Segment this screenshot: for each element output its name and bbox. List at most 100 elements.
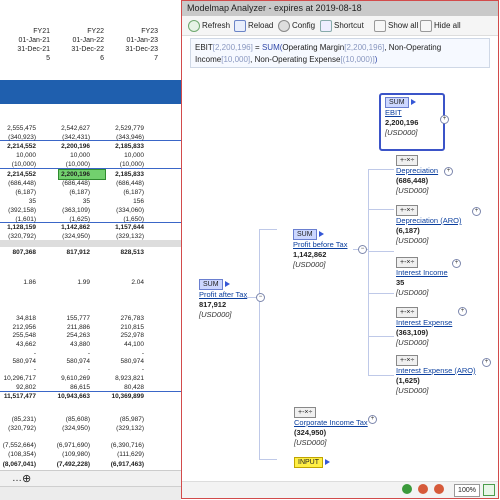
table-cell[interactable]: (324,950) xyxy=(42,424,90,434)
node-label[interactable]: Depreciation (ARO) xyxy=(396,216,461,225)
expand-arrow-icon[interactable] xyxy=(224,281,230,288)
refresh-button[interactable]: Refresh xyxy=(188,19,230,32)
table-cell[interactable]: (108,354) xyxy=(0,450,36,460)
show-all-icon xyxy=(374,19,386,32)
node-label[interactable]: Profit before Tax xyxy=(293,240,347,249)
formula-target: EBIT xyxy=(195,43,213,52)
table-cell[interactable]: (320,792) xyxy=(0,424,36,434)
node-unit: [USD000] xyxy=(396,236,429,245)
formula-function: SUM( xyxy=(261,43,283,52)
expand-arrow-icon[interactable] xyxy=(410,99,416,106)
table-cell[interactable]: (320,792) xyxy=(0,232,36,242)
scroll-left-icon[interactable]: … xyxy=(12,473,22,484)
add-sheet-icon[interactable]: ⊕ xyxy=(22,472,31,485)
expand-toggle-icon[interactable]: + xyxy=(444,167,453,176)
table-cell[interactable]: (329,132) xyxy=(96,424,144,434)
table-cell[interactable]: 1.86 xyxy=(0,278,36,288)
node-value: (6,187) xyxy=(396,226,420,235)
table-cell[interactable]: (329,132) xyxy=(96,232,144,242)
refresh-status-icon[interactable] xyxy=(402,484,412,494)
node-corporate-income-tax[interactable]: +-×÷ Corporate Income Tax (324,950) [USD… xyxy=(294,407,368,448)
node-depreciation-aro[interactable]: +-×÷ Depreciation (ARO) (6,187) [USD000] xyxy=(396,205,461,246)
zoom-level[interactable]: 100% xyxy=(454,484,480,497)
refresh-icon xyxy=(188,19,200,32)
table-cell[interactable]: (109,980) xyxy=(42,450,90,460)
table-cell[interactable]: (324,950) xyxy=(42,232,90,242)
expand-arrow-icon[interactable] xyxy=(318,231,324,238)
node-tag: +-×÷ xyxy=(294,407,317,418)
node-label[interactable]: Interest Expense (ARO) xyxy=(396,366,476,375)
node-profit-after-tax[interactable]: SUM Profit after Tax 817,912 [USD000] xyxy=(199,279,247,320)
table-cell[interactable]: 11,517,477 xyxy=(0,392,36,402)
expand-toggle-icon[interactable]: + xyxy=(440,115,449,124)
show-all-label: Show all xyxy=(388,21,419,30)
period-number: 6 xyxy=(100,55,104,62)
expand-toggle-icon[interactable]: + xyxy=(482,358,491,367)
node-value: 1,142,862 xyxy=(293,250,327,259)
table-cell[interactable]: 2.04 xyxy=(96,278,144,288)
node-interest-income[interactable]: +-×÷ Interest Income 35 [USD000] xyxy=(396,257,448,298)
config-label: Config xyxy=(292,21,316,30)
formula-box[interactable]: EBIT[2,200,196] = SUM(Operating Margin[2… xyxy=(190,38,490,68)
node-value: (1,625) xyxy=(396,376,420,385)
node-label[interactable]: Interest Income xyxy=(396,268,448,277)
collapse-toggle-icon[interactable]: − xyxy=(358,245,367,254)
node-ebit[interactable]: SUM EBIT 2,200,196 [USD000] xyxy=(379,93,445,151)
table-cell[interactable]: 828,513 xyxy=(96,248,145,258)
table-cell[interactable]: (8,067,041) xyxy=(0,460,36,470)
table-cell[interactable]: (7,492,228) xyxy=(42,460,90,470)
node-label[interactable]: EBIT xyxy=(385,108,402,117)
expand-arrow-icon[interactable] xyxy=(325,459,330,466)
connector xyxy=(368,251,394,252)
expand-toggle-icon[interactable]: + xyxy=(472,207,481,216)
expand-toggle-icon[interactable]: + xyxy=(458,307,467,316)
node-unit: [USD000] xyxy=(396,288,429,297)
zoom-out-icon[interactable] xyxy=(434,484,444,494)
node-interest-expense[interactable]: +-×÷ Interest Expense (363,109) [USD000] xyxy=(396,307,452,348)
node-interest-expense-aro[interactable]: +-×÷ Interest Expense (ARO) (1,625) [USD… xyxy=(396,355,476,396)
node-tag: +-×÷ xyxy=(396,155,419,166)
node-value: (363,109) xyxy=(396,328,429,337)
config-button[interactable]: Config xyxy=(278,19,315,32)
connector xyxy=(368,375,394,376)
shortcut-icon xyxy=(320,19,332,32)
expand-toggle-icon[interactable]: + xyxy=(452,259,461,268)
sheet-tab-bar[interactable]: … ⊕ xyxy=(0,470,181,487)
node-label[interactable]: Profit after Tax xyxy=(199,290,247,299)
zoom-in-icon[interactable] xyxy=(418,484,428,494)
table-cell[interactable]: (10,000) xyxy=(0,160,36,170)
node-label[interactable]: Corporate Income Tax xyxy=(294,418,368,427)
collapse-toggle-icon[interactable]: − xyxy=(256,293,265,302)
window-titlebar[interactable]: Modelmap Analyzer - expires at 2019-08-1… xyxy=(182,1,498,16)
node-input[interactable]: INPUT xyxy=(294,457,330,468)
expand-toggle-icon[interactable]: + xyxy=(368,415,377,424)
formula-arg: , Non-Operating Expense xyxy=(250,55,341,64)
node-value: 2,200,196 xyxy=(385,118,419,127)
node-tag: SUM xyxy=(199,279,223,290)
node-label[interactable]: Interest Expense xyxy=(396,318,452,327)
formula-arg-value: [10,000] xyxy=(221,55,251,64)
node-profit-before-tax[interactable]: SUM Profit before Tax 1,142,862 [USD000] xyxy=(293,229,347,270)
reload-button[interactable]: Reload xyxy=(234,19,273,32)
table-cell[interactable]: 10,943,663 xyxy=(42,392,90,402)
period-fy: FY23 xyxy=(141,28,158,35)
formula-arg-value: [2,200,196] xyxy=(344,43,385,52)
table-cell[interactable]: 10,369,899 xyxy=(96,392,144,402)
table-cell[interactable]: (10,000) xyxy=(96,160,144,170)
hide-all-button[interactable]: Hide all xyxy=(420,19,461,32)
table-cell[interactable]: (6,917,463) xyxy=(96,460,144,470)
fit-icon[interactable] xyxy=(483,484,495,496)
show-all-button[interactable]: Show all xyxy=(374,19,418,32)
table-cell[interactable]: 1.99 xyxy=(42,278,90,288)
table-cell[interactable]: 817,912 xyxy=(42,248,91,258)
table-cell[interactable]: 807,368 xyxy=(0,248,37,258)
table-cell[interactable]: (10,000) xyxy=(42,160,90,170)
node-label[interactable]: Depreciation xyxy=(396,166,438,175)
shortcut-button[interactable]: Shortcut xyxy=(320,19,364,32)
connector xyxy=(368,336,394,337)
hide-all-label: Hide all xyxy=(434,21,461,30)
connector xyxy=(259,459,277,460)
table-cell[interactable]: (111,629) xyxy=(96,450,144,460)
node-value: (686,448) xyxy=(396,176,429,185)
node-depreciation[interactable]: +-×÷ Depreciation (686,448) [USD000] xyxy=(396,155,438,196)
